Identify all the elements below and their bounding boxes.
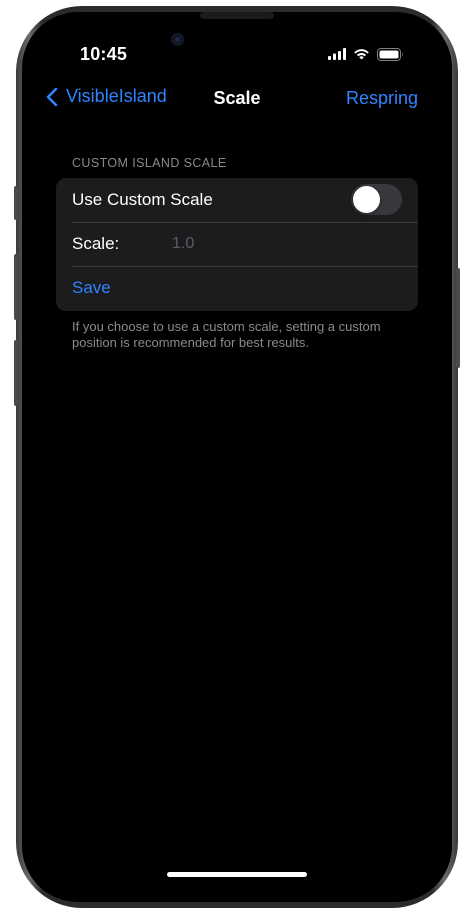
home-indicator[interactable] [167,872,307,877]
save-button[interactable]: Save [72,278,111,298]
settings-group: Use Custom Scale Scale: Save [56,178,418,311]
side-power-button [456,268,460,368]
respring-button[interactable]: Respring [346,88,418,109]
use-custom-scale-row: Use Custom Scale [56,178,418,222]
toggle-knob [353,186,380,213]
use-custom-scale-label: Use Custom Scale [72,190,213,209]
back-button-label: VisibleIsland [66,86,167,106]
action-button [14,186,18,220]
earpiece-speaker [200,12,274,19]
volume-down-button [14,340,18,406]
back-button[interactable]: VisibleIsland [46,86,167,107]
use-custom-scale-toggle[interactable] [351,184,402,215]
front-camera [171,33,184,46]
status-time: 10:45 [80,44,128,64]
cellular-signal-icon [328,48,346,60]
battery-icon [377,47,403,61]
screen [22,12,452,902]
status-icons [328,46,404,62]
chevron-left-icon [46,87,58,106]
scale-row: Scale: [56,222,418,266]
volume-up-button [14,254,18,320]
save-row: Save [56,266,418,310]
section-footer: If you choose to use a custom scale, set… [72,319,381,350]
wifi-icon [354,49,369,60]
scale-label: Scale: [72,234,120,253]
section-header: CUSTOM ISLAND SCALE [72,156,227,170]
scale-input[interactable] [172,234,372,254]
